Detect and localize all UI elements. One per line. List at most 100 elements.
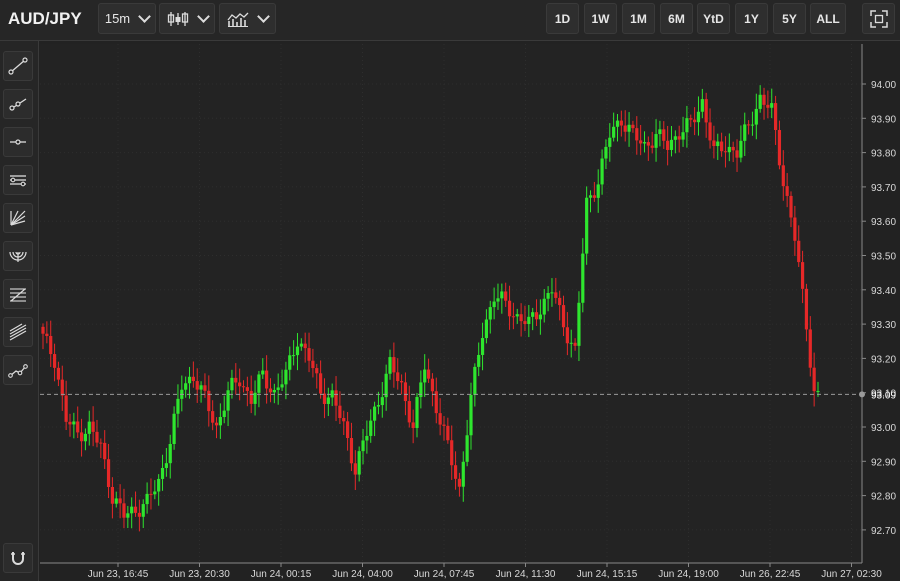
candle-body (407, 401, 411, 423)
candle-body (384, 373, 388, 398)
candle-body (168, 443, 172, 464)
candle-body (565, 327, 569, 344)
candle-body (496, 298, 500, 302)
candle-body (95, 431, 99, 443)
x-tick-label: Jun 24, 00:15 (251, 569, 312, 580)
candle-body (758, 94, 762, 109)
candle-body (307, 348, 311, 361)
candle-body (727, 146, 731, 153)
candle-body (110, 486, 115, 504)
candle-body (577, 302, 581, 346)
candle-body (569, 342, 573, 344)
candle-body (646, 142, 650, 146)
candle-body (766, 104, 770, 108)
candle-body (465, 435, 469, 462)
candle-body (696, 111, 701, 123)
candle-body (403, 382, 408, 402)
candle-body (234, 377, 238, 383)
candle-body (357, 451, 361, 475)
x-tick-label: Jun 27, 02:30 (821, 569, 882, 580)
x-tick-label: Jun 23, 16:45 (88, 569, 149, 580)
candle-body (392, 357, 396, 373)
x-axis: Jun 23, 16:45 Jun 23, 20:30 Jun 24, 00:15 J… (40, 562, 882, 580)
y-tick-label: 93.30 (871, 320, 896, 331)
candle-body (596, 184, 600, 198)
candle-body (712, 140, 716, 147)
candle-body (816, 390, 820, 392)
chart-grid (40, 44, 862, 563)
candle-body (203, 385, 207, 391)
candle-body (457, 478, 462, 487)
candle-body (658, 129, 662, 135)
candle-body (700, 99, 704, 112)
candle-body (172, 413, 176, 444)
y-tick-label: 93.40 (871, 286, 896, 297)
candle-body (581, 253, 585, 303)
candle-body (642, 142, 647, 144)
candle-body (272, 389, 276, 393)
candle-body (45, 333, 49, 336)
candle-body (704, 99, 708, 123)
candle-body (122, 503, 126, 518)
candle-body (430, 378, 435, 392)
candle-body (777, 130, 782, 166)
candle-body (743, 124, 747, 141)
candle-body (619, 120, 623, 126)
last-price-dot (859, 391, 865, 398)
candle-body (141, 504, 145, 517)
candle-body (52, 354, 57, 368)
y-tick-label: 93.60 (871, 217, 896, 228)
candle-body (650, 145, 654, 148)
candle-body (681, 132, 685, 140)
candle-body (793, 217, 797, 241)
candle-body (480, 338, 485, 355)
candle-body (488, 307, 492, 320)
candle-body (446, 425, 450, 441)
candle-body (249, 390, 253, 404)
price-chart[interactable]: 94.00 93.90 93.80 93.70 93.60 93.50 93.40 93.30… (0, 0, 900, 581)
x-tick-label: Jun 24, 19:00 (658, 569, 719, 580)
candle-body (103, 442, 107, 460)
candle-body (426, 369, 431, 379)
candle-body (789, 195, 793, 218)
candle-body (83, 433, 88, 442)
candle-body (546, 293, 550, 299)
candle-body (99, 442, 103, 444)
candle-body (492, 301, 496, 308)
candle-body (49, 335, 53, 355)
candle-body (199, 385, 203, 390)
candle-body (284, 369, 288, 385)
candle-body (558, 297, 562, 306)
candle-body (554, 292, 558, 298)
candle-body (735, 150, 739, 158)
candle-body (133, 506, 138, 513)
candle-body (265, 370, 269, 389)
candle-body (507, 300, 512, 317)
candle-body (245, 387, 249, 391)
x-tick-label: Jun 24, 04:00 (332, 569, 393, 580)
candle-body (106, 459, 111, 487)
candle-body (303, 343, 307, 349)
candle-body (145, 493, 149, 505)
candle-body (126, 513, 130, 518)
candle-body (531, 312, 535, 317)
candle-body (461, 461, 465, 487)
candle-body (326, 397, 330, 404)
candle-body (388, 357, 392, 374)
candle-body (623, 125, 627, 132)
candle-body (349, 437, 354, 464)
candle-body (130, 506, 134, 514)
candle-body (56, 367, 61, 380)
candle-body (280, 384, 284, 388)
candle-body (211, 411, 215, 423)
candle-body (708, 122, 712, 141)
y-tick-label: 92.80 (871, 492, 896, 503)
candle-body (450, 440, 454, 466)
candle-body (669, 139, 674, 150)
candle-body (226, 390, 230, 411)
candle-body (550, 292, 554, 294)
candle-body (380, 397, 384, 406)
last-price-label: 93.09 (871, 390, 896, 401)
y-tick-label: 93.20 (871, 354, 896, 365)
x-tick-label: Jun 24, 07:45 (414, 569, 475, 580)
